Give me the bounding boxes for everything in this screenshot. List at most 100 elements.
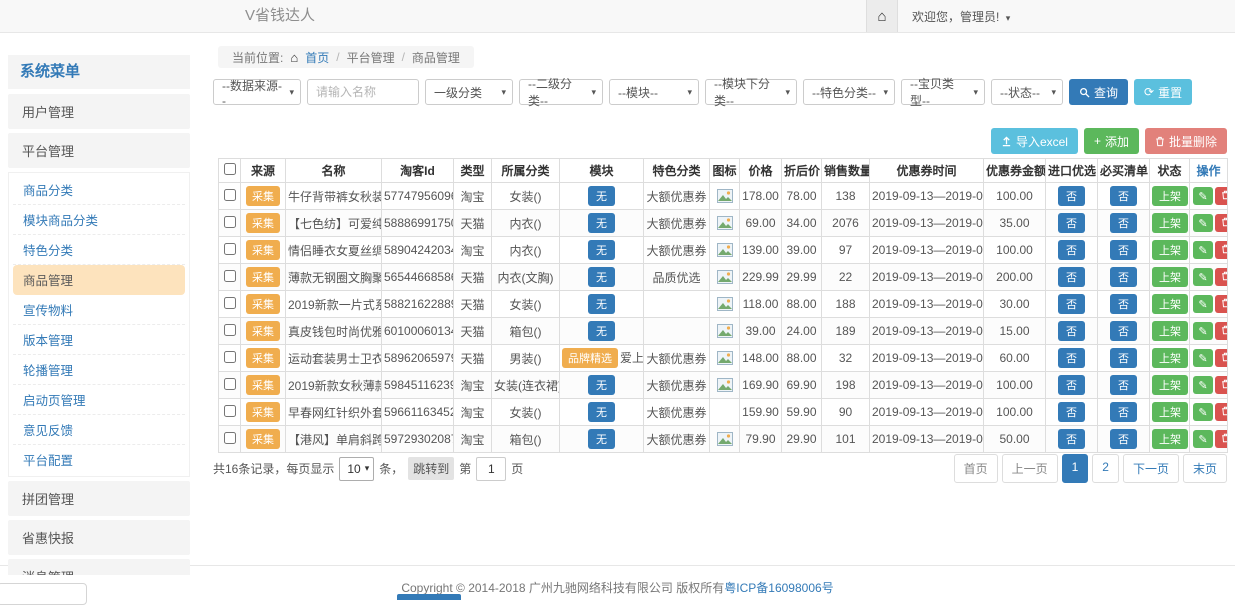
must-buy-toggle[interactable]: 否: [1110, 240, 1137, 260]
delete-button[interactable]: [1215, 322, 1228, 340]
import-select-toggle[interactable]: 否: [1058, 429, 1085, 449]
edit-button[interactable]: ✎: [1193, 322, 1213, 340]
search-name-input[interactable]: [307, 79, 419, 105]
sidebar-sub-item[interactable]: 商品分类: [13, 175, 185, 205]
page-button[interactable]: 1: [1062, 454, 1089, 483]
row-checkbox[interactable]: [224, 216, 236, 228]
status-toggle[interactable]: 上架: [1152, 240, 1188, 260]
delete-button[interactable]: [1215, 403, 1228, 421]
filter-select[interactable]: --二级分类--▾: [519, 79, 603, 105]
must-buy-toggle[interactable]: 否: [1110, 267, 1137, 287]
import-select-toggle[interactable]: 否: [1058, 267, 1085, 287]
filter-select[interactable]: --数据来源--▾: [213, 79, 301, 105]
sidebar-sub-item[interactable]: 模块商品分类: [13, 205, 185, 235]
edit-button[interactable]: ✎: [1193, 214, 1213, 232]
sidebar-group-item[interactable]: 平台管理: [8, 133, 190, 168]
import-select-toggle[interactable]: 否: [1058, 186, 1085, 206]
user-menu[interactable]: 欢迎您，管理员! ▾: [912, 8, 1010, 25]
row-checkbox[interactable]: [224, 405, 236, 417]
home-button[interactable]: ⌂: [866, 0, 898, 32]
row-checkbox[interactable]: [224, 351, 236, 363]
status-toggle[interactable]: 上架: [1152, 402, 1188, 422]
filter-select[interactable]: --宝贝类型--▾: [901, 79, 985, 105]
delete-button[interactable]: [1215, 430, 1228, 448]
row-checkbox[interactable]: [224, 324, 236, 336]
must-buy-toggle[interactable]: 否: [1110, 348, 1137, 368]
must-buy-toggle[interactable]: 否: [1110, 294, 1137, 314]
delete-button[interactable]: [1215, 268, 1228, 286]
sidebar-sub-item[interactable]: 版本管理: [13, 325, 185, 355]
filter-select[interactable]: --模块--▾: [609, 79, 699, 105]
sidebar-group-item[interactable]: 拼团管理: [8, 481, 190, 516]
status-toggle[interactable]: 上架: [1152, 429, 1188, 449]
import-select-toggle[interactable]: 否: [1058, 294, 1085, 314]
sidebar-group-item[interactable]: 省惠快报: [8, 520, 190, 555]
import-excel-button[interactable]: 导入excel: [991, 128, 1078, 154]
delete-button[interactable]: [1215, 241, 1228, 259]
add-button[interactable]: + 添加: [1084, 128, 1139, 154]
icp-link[interactable]: 粤ICP备16098006号: [724, 581, 833, 595]
delete-button[interactable]: [1215, 295, 1228, 313]
must-buy-toggle[interactable]: 否: [1110, 186, 1137, 206]
sidebar-group-item[interactable]: 消息管理: [8, 559, 190, 575]
must-buy-toggle[interactable]: 否: [1110, 429, 1137, 449]
delete-button[interactable]: [1215, 187, 1228, 205]
import-select-toggle[interactable]: 否: [1058, 375, 1085, 395]
import-select-toggle[interactable]: 否: [1058, 348, 1085, 368]
edit-button[interactable]: ✎: [1193, 295, 1213, 313]
page-button[interactable]: 2: [1092, 454, 1119, 483]
edit-button[interactable]: ✎: [1193, 376, 1213, 394]
page-button[interactable]: 上一页: [1002, 454, 1058, 483]
status-toggle[interactable]: 上架: [1152, 186, 1188, 206]
filter-select[interactable]: --状态--▾: [991, 79, 1063, 105]
import-select-toggle[interactable]: 否: [1058, 213, 1085, 233]
must-buy-toggle[interactable]: 否: [1110, 321, 1137, 341]
edit-button[interactable]: ✎: [1193, 430, 1213, 448]
status-toggle[interactable]: 上架: [1152, 267, 1188, 287]
sidebar-sub-item[interactable]: 平台配置: [13, 445, 185, 474]
delete-button[interactable]: [1215, 214, 1228, 232]
sidebar-sub-item[interactable]: 意见反馈: [13, 415, 185, 445]
import-select-toggle[interactable]: 否: [1058, 240, 1085, 260]
edit-button[interactable]: ✎: [1193, 187, 1213, 205]
import-select-toggle[interactable]: 否: [1058, 402, 1085, 422]
filter-select[interactable]: --模块下分类--▾: [705, 79, 797, 105]
row-checkbox[interactable]: [224, 432, 236, 444]
sidebar-sub-item[interactable]: 商品管理: [13, 265, 185, 295]
row-checkbox[interactable]: [224, 270, 236, 282]
status-toggle[interactable]: 上架: [1152, 348, 1188, 368]
page-button[interactable]: 下一页: [1123, 454, 1179, 483]
import-select-toggle[interactable]: 否: [1058, 321, 1085, 341]
select-all-checkbox[interactable]: [224, 163, 236, 175]
page-button[interactable]: 末页: [1183, 454, 1227, 483]
filter-select[interactable]: 一级分类▾: [425, 79, 513, 105]
delete-button[interactable]: [1215, 349, 1228, 367]
sidebar-sub-item[interactable]: 宣传物料: [13, 295, 185, 325]
edit-button[interactable]: ✎: [1193, 268, 1213, 286]
batch-delete-button[interactable]: 批量删除: [1145, 128, 1227, 154]
reset-button[interactable]: ⟳重置: [1134, 79, 1192, 105]
must-buy-toggle[interactable]: 否: [1110, 402, 1137, 422]
sidebar-sub-item[interactable]: 启动页管理: [13, 385, 185, 415]
sidebar-sub-item[interactable]: 轮播管理: [13, 355, 185, 385]
edit-button[interactable]: ✎: [1193, 349, 1213, 367]
edit-button[interactable]: ✎: [1193, 403, 1213, 421]
row-checkbox[interactable]: [224, 297, 236, 309]
status-toggle[interactable]: 上架: [1152, 321, 1188, 341]
per-page-select[interactable]: 10 ▾: [339, 457, 374, 481]
row-checkbox[interactable]: [224, 378, 236, 390]
row-checkbox[interactable]: [224, 243, 236, 255]
delete-button[interactable]: [1215, 376, 1228, 394]
status-toggle[interactable]: 上架: [1152, 294, 1188, 314]
status-toggle[interactable]: 上架: [1152, 375, 1188, 395]
page-button[interactable]: 首页: [954, 454, 998, 483]
must-buy-toggle[interactable]: 否: [1110, 213, 1137, 233]
sidebar-group-item[interactable]: 用户管理: [8, 94, 190, 129]
jump-page-input[interactable]: [476, 457, 506, 481]
edit-button[interactable]: ✎: [1193, 241, 1213, 259]
must-buy-toggle[interactable]: 否: [1110, 375, 1137, 395]
row-checkbox[interactable]: [224, 189, 236, 201]
search-button[interactable]: 查询: [1069, 79, 1128, 105]
sidebar-sub-item[interactable]: 特色分类: [13, 235, 185, 265]
breadcrumb-home-link[interactable]: 首页: [305, 49, 329, 66]
